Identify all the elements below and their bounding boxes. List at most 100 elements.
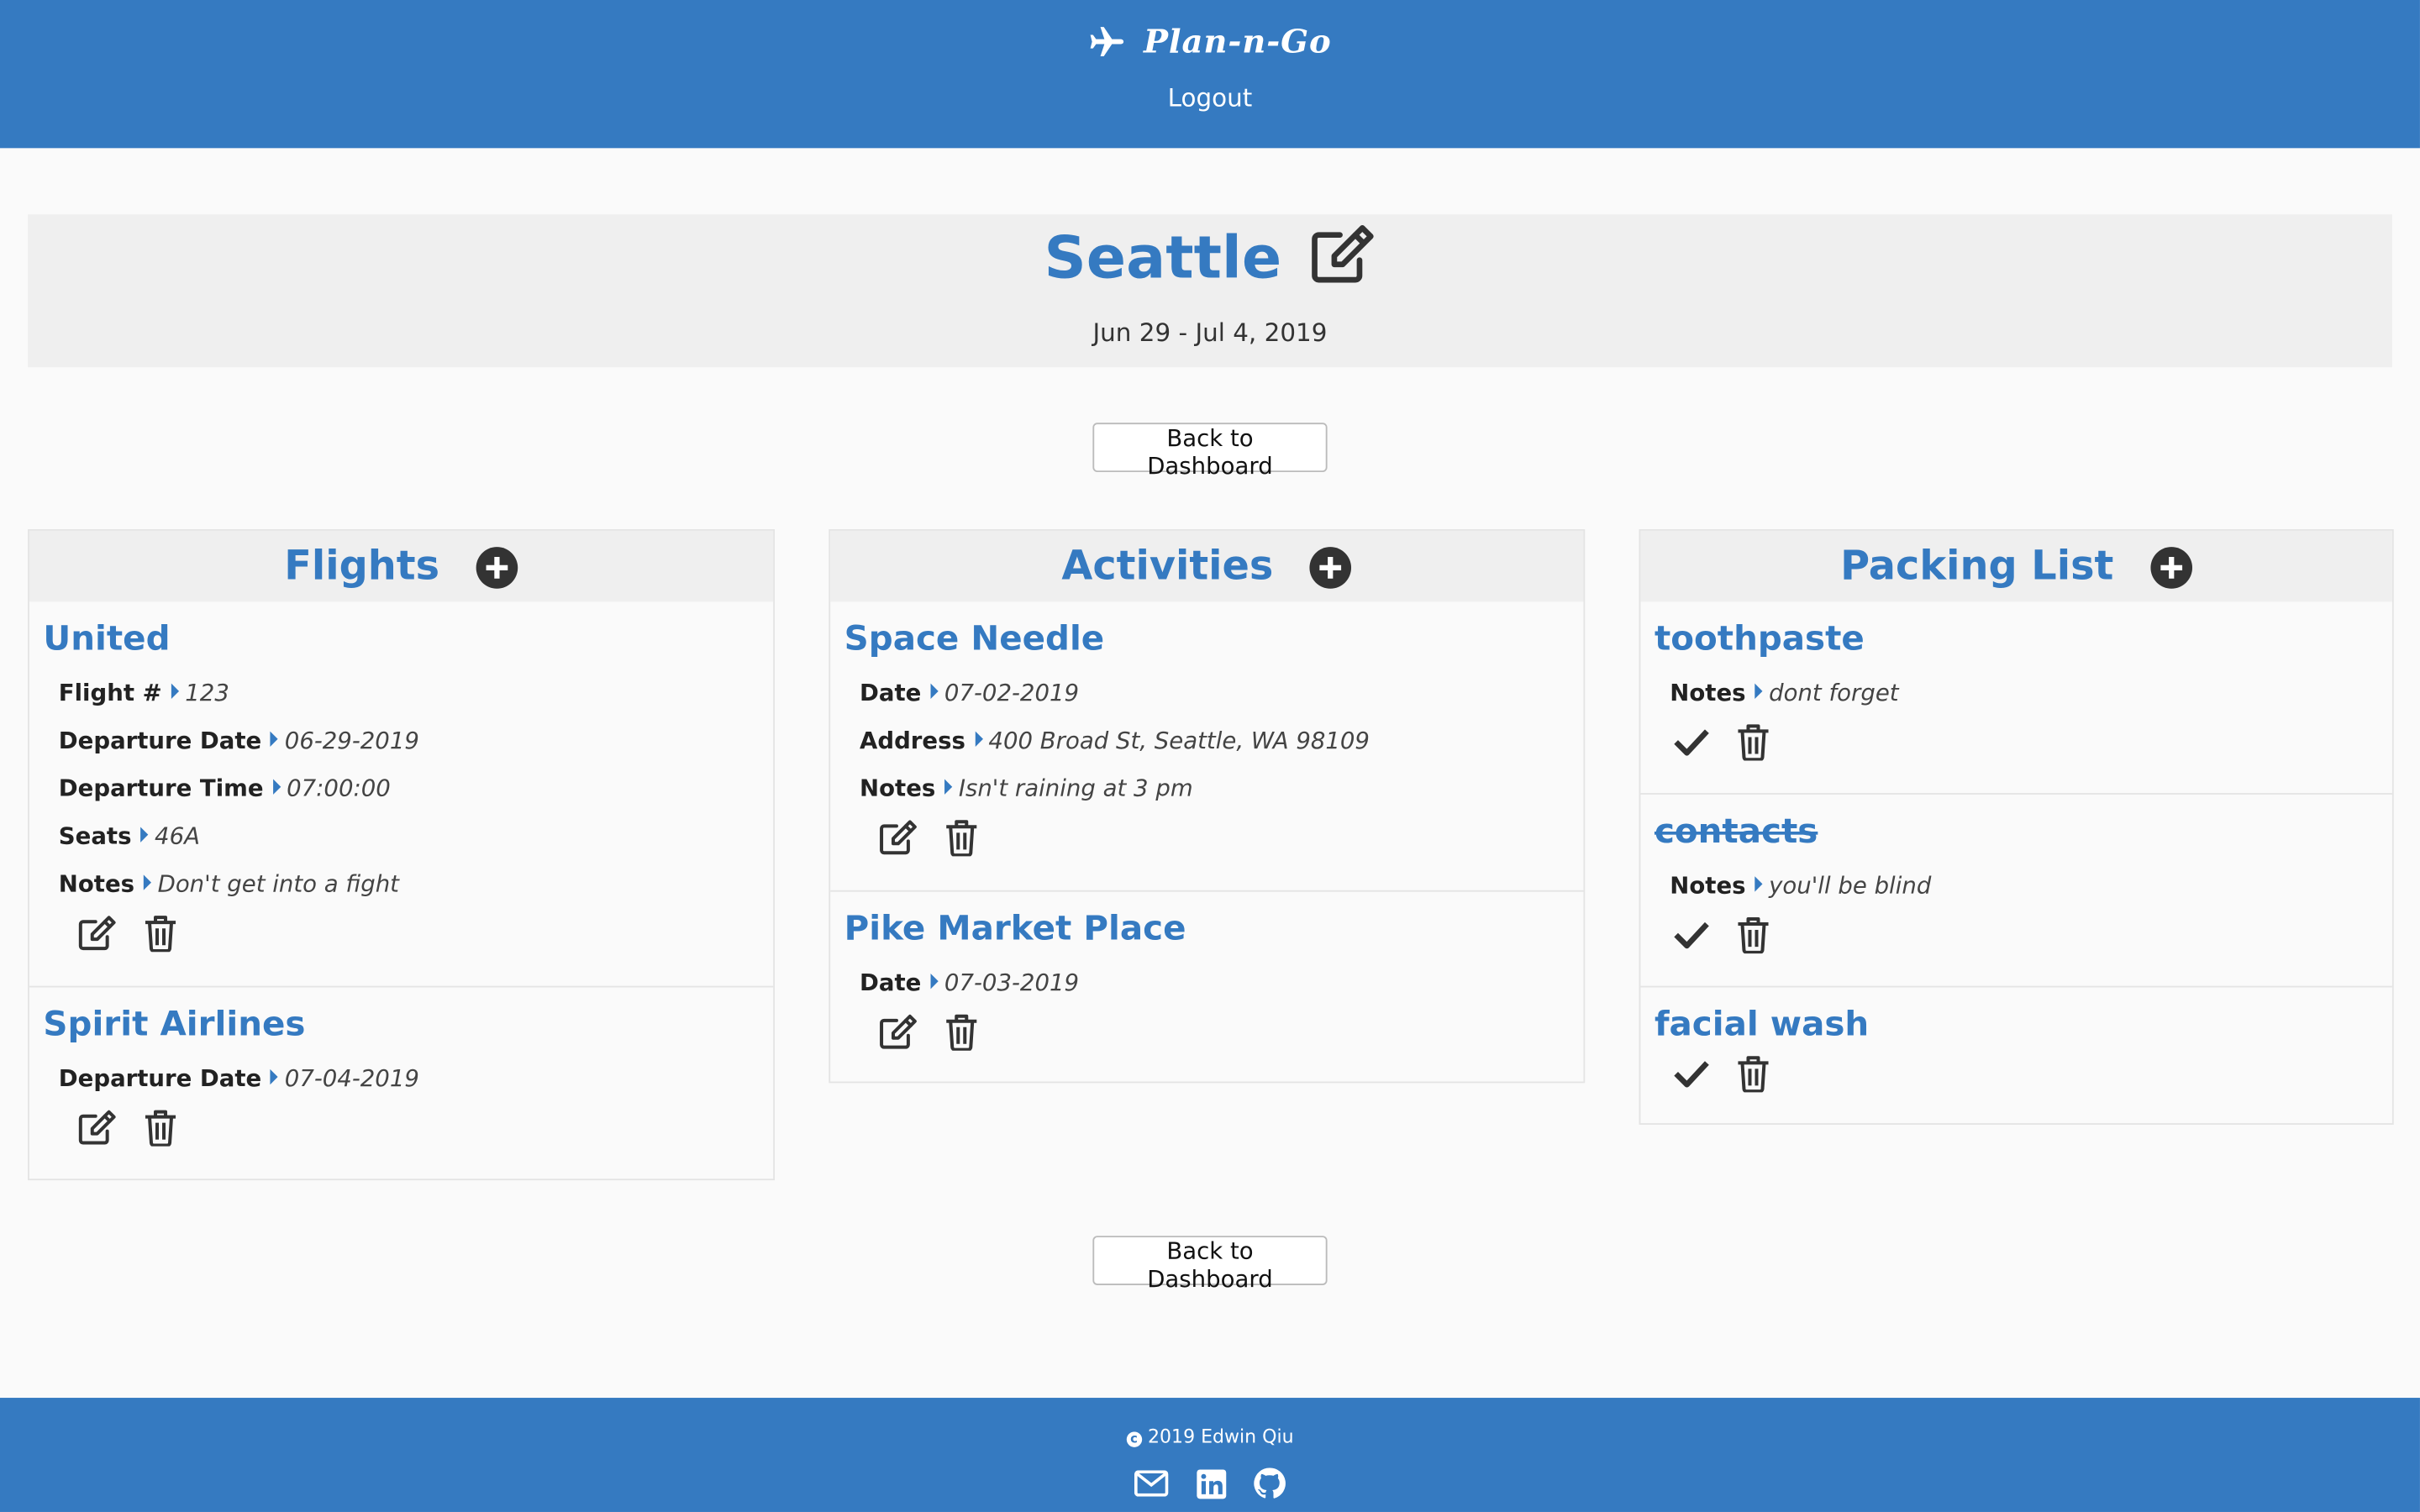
caret-right-icon <box>930 973 939 990</box>
activities-title: Activities <box>1061 543 1274 591</box>
field-label: Notes <box>1670 679 1746 707</box>
packing-actions <box>1673 723 2378 775</box>
github-icon[interactable] <box>1253 1467 1286 1500</box>
caret-right-icon <box>1754 876 1763 892</box>
field-row: Address 400 Broad St, Seattle, WA 98109 <box>860 717 1570 765</box>
field-row: Departure Time 07:00:00 <box>59 765 760 813</box>
trash-icon[interactable] <box>144 915 177 953</box>
top-navbar: Plan-n-Go Logout <box>0 0 2420 149</box>
field-row: Date 07-02-2019 <box>860 669 1570 717</box>
caret-right-icon <box>144 874 152 890</box>
field-row: Notes you'll be blind <box>1670 863 2378 911</box>
field-label: Date <box>860 969 922 997</box>
edit-icon[interactable] <box>77 915 118 952</box>
trip-name: Seattle <box>1044 223 1282 292</box>
field-value: 46A <box>155 822 200 851</box>
caret-right-icon <box>272 779 281 795</box>
packing-item: contacts Notes you'll be blind <box>1640 795 2392 988</box>
footer: c 2019 Edwin Qiu <box>0 1398 2420 1512</box>
flights-panel: Flights United Flight # 123 Departure Dat… <box>28 528 776 1181</box>
flight-item: Spirit Airlines Departure Date 07-04-2019 <box>29 987 773 1173</box>
packing-item: facial wash <box>1640 987 2391 1120</box>
add-flight-icon[interactable] <box>475 545 518 588</box>
edit-icon[interactable] <box>77 1110 118 1147</box>
field-value: 123 <box>185 679 229 707</box>
social-links <box>0 1467 2420 1500</box>
envelope-icon[interactable] <box>1134 1470 1170 1497</box>
check-icon[interactable] <box>1673 725 1710 759</box>
caret-right-icon <box>944 779 953 795</box>
activities-header: Activities <box>830 530 1584 602</box>
packing-item-name[interactable]: facial wash <box>1655 1006 2378 1047</box>
field-label: Departure Date <box>58 1064 262 1093</box>
packing-item: toothpaste Notes dont forget <box>1640 601 2392 795</box>
field-value: 07-02-2019 <box>944 679 1080 707</box>
trash-icon[interactable] <box>144 1110 177 1147</box>
caret-right-icon <box>171 683 179 700</box>
flights-header: Flights <box>29 530 774 602</box>
activity-actions <box>878 1014 1570 1066</box>
field-row: Notes Don't get into a fight <box>59 861 760 909</box>
field-label: Notes <box>58 869 135 898</box>
flight-actions <box>77 1110 760 1162</box>
copyright-text: 2019 Edwin Qiu <box>1148 1425 1294 1447</box>
trash-icon[interactable] <box>1736 723 1770 762</box>
add-activity-icon[interactable] <box>1309 545 1352 588</box>
flight-actions <box>77 915 760 967</box>
packing-actions <box>1673 916 2378 969</box>
field-label: Date <box>860 679 922 707</box>
field-value: dont forget <box>1769 679 1899 707</box>
caret-right-icon <box>271 731 279 747</box>
logout-link[interactable]: Logout <box>1168 83 1253 113</box>
field-row: Seats 46A <box>59 813 760 861</box>
linkedin-icon[interactable] <box>1196 1468 1227 1499</box>
trash-icon[interactable] <box>1736 1055 1770 1094</box>
edit-icon[interactable] <box>878 819 918 856</box>
activity-actions <box>878 819 1570 871</box>
trash-icon[interactable] <box>944 1014 978 1052</box>
field-label: Seats <box>58 822 132 851</box>
airplane-icon <box>1088 22 1144 60</box>
edit-trip-icon[interactable] <box>1308 223 1376 291</box>
field-value: 06-29-2019 <box>284 727 419 755</box>
field-row: Departure Date 06-29-2019 <box>59 717 760 765</box>
check-icon[interactable] <box>1673 1057 1710 1090</box>
trip-title-row: Seattle <box>28 223 2392 291</box>
field-value: you'll be blind <box>1769 871 1932 900</box>
field-row: Notes Isn't raining at 3 pm <box>860 765 1570 813</box>
field-row: Notes dont forget <box>1670 669 2378 717</box>
packing-list-panel: Packing List toothpaste Notes dont forget… <box>1639 528 2394 1125</box>
packing-list-header: Packing List <box>1640 530 2392 602</box>
back-to-dashboard-button[interactable]: Back to Dashboard <box>1092 1236 1328 1293</box>
flight-name[interactable]: Spirit Airlines <box>43 1006 759 1047</box>
field-value: 07-03-2019 <box>944 969 1080 997</box>
packing-item-name[interactable]: contacts <box>1655 813 2378 853</box>
back-to-dashboard-button[interactable]: Back to Dashboard <box>1092 423 1328 480</box>
activity-item: Pike Market Place Date 07-03-2019 <box>830 892 1583 1079</box>
flights-title: Flights <box>284 543 440 591</box>
activity-name[interactable]: Pike Market Place <box>844 911 1570 951</box>
trash-icon[interactable] <box>1736 916 1770 954</box>
caret-right-icon <box>930 683 939 700</box>
packing-list-title: Packing List <box>1840 543 2114 591</box>
field-value: 07-04-2019 <box>284 1064 419 1093</box>
activities-panel: Activities Space Needle Date 07-02-2019 A… <box>829 528 1586 1084</box>
field-label: Address <box>860 727 965 755</box>
check-icon[interactable] <box>1673 918 1710 952</box>
activity-item: Space Needle Date 07-02-2019 Address 400 B… <box>830 601 1584 892</box>
activity-name[interactable]: Space Needle <box>844 620 1570 660</box>
flight-name[interactable]: United <box>43 620 759 660</box>
field-row: Flight # 123 <box>59 669 760 717</box>
packing-item-name[interactable]: toothpaste <box>1655 620 2378 660</box>
trash-icon[interactable] <box>944 819 978 858</box>
caret-right-icon <box>271 1068 279 1085</box>
field-value: 400 Broad St, Seattle, WA 98109 <box>988 727 1370 755</box>
caret-right-icon <box>974 731 983 747</box>
brand-logo[interactable]: Plan-n-Go <box>0 22 2420 60</box>
field-row: Departure Date 07-04-2019 <box>59 1055 760 1103</box>
add-packing-item-icon[interactable] <box>2149 545 2192 588</box>
copyright: c 2019 Edwin Qiu <box>0 1425 2420 1447</box>
caret-right-icon <box>1754 683 1763 700</box>
field-value: Don't get into a fight <box>157 869 399 898</box>
edit-icon[interactable] <box>878 1014 918 1051</box>
